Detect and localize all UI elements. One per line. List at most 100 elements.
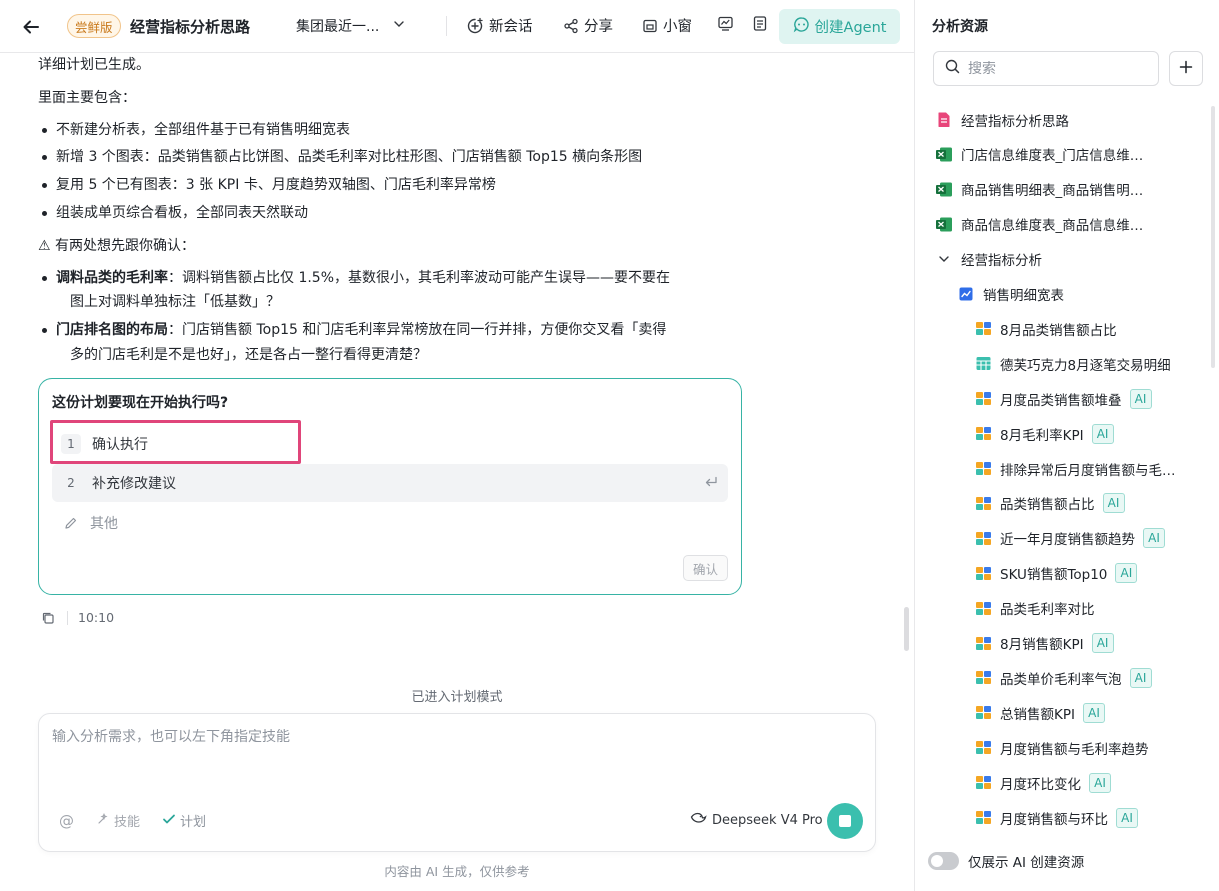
option-add-suggestion[interactable]: 2 补充修改建议 (52, 464, 728, 502)
sidebar-item-label: 门店信息维度表_门店信息维度表 (961, 148, 1147, 165)
list-item: 组装成单页综合看板，全部同表天然联动 (42, 205, 308, 221)
sidebar-item[interactable]: 门店信息维度表_门店信息维度表 (935, 137, 1147, 172)
document-icon (752, 15, 768, 32)
chart-icon (974, 460, 992, 478)
chart-icon (974, 425, 992, 443)
chevron-down-icon[interactable] (935, 250, 953, 268)
dataset-icon (957, 285, 975, 303)
plan-confirm-card: 这份计划要现在开始执行吗? 1 确认执行 2 补充修改建议 其他 确认 (38, 378, 742, 595)
chart-icon (974, 774, 992, 792)
model-selector[interactable]: Deepseek V4 Pro (690, 811, 823, 829)
sidebar-item-label: 8月销售额KPI (1000, 637, 1084, 653)
confirm-intro: ⚠ 有两处想先跟你确认： (38, 238, 196, 254)
sidebar-item[interactable]: 品类毛利率对比 (974, 591, 1095, 626)
trial-badge: 尝鲜版 (67, 14, 121, 38)
ai-only-toggle[interactable] (928, 852, 959, 870)
sidebar-item-label: 品类单价毛利率气泡 (1000, 671, 1122, 688)
small-window-button[interactable]: 小窗 (642, 15, 692, 36)
back-arrow-icon[interactable] (18, 14, 44, 40)
ai-badge: AI (1115, 563, 1138, 584)
plan-question: 这份计划要现在开始执行吗? (52, 395, 229, 411)
sidebar-item[interactable]: 月度销售额与毛利率趋势 (974, 730, 1149, 765)
create-agent-button[interactable]: 创建Agent (779, 9, 900, 44)
sidebar-item[interactable]: 品类销售额占比 AI (974, 486, 1125, 521)
model-name: Deepseek V4 Pro (712, 812, 823, 828)
question-text: ：调料销售额占比仅 1.5%，基数很小，其毛利率波动可能产生误导——要不要在 (168, 270, 671, 286)
sidebar-item[interactable]: 德芙巧克力8月逐笔交易明细 (974, 346, 1171, 381)
mention-button[interactable]: @ (59, 812, 74, 830)
ai-badge: AI (1091, 423, 1114, 444)
sidebar-item-label: 销售明细宽表 (983, 288, 1064, 304)
ai-badge: AI (1082, 702, 1105, 723)
plan-label: 计划 (180, 815, 207, 830)
ai-badge: AI (1089, 772, 1111, 793)
sidebar-item[interactable]: 经营指标分析 (935, 242, 1042, 277)
sidebar-item-label: 8月毛利率KPI (1000, 427, 1084, 444)
option-number: 1 (61, 434, 81, 454)
small-window-label: 小窗 (663, 19, 692, 35)
sidebar-item[interactable]: 近一年月度销售额趋势 AI (974, 521, 1165, 556)
dashboard-button[interactable] (717, 15, 734, 32)
doc-icon (935, 111, 953, 129)
ai-only-filter: 仅展示 AI 创建资源 (928, 851, 1084, 871)
sidebar-item[interactable]: 月度销售额与环比 AI (974, 800, 1138, 835)
question-text-cont: 图上对调料单独标注「低基数」？ (70, 294, 280, 310)
sidebar-item[interactable]: 排除异常后月度销售额与毛利率 (974, 451, 1186, 486)
ai-badge: AI (1116, 807, 1138, 828)
chat-scrollbar[interactable] (904, 607, 909, 651)
option-other[interactable]: 其他 (52, 504, 728, 542)
sidebar-item[interactable]: 经营指标分析思路 (935, 102, 1069, 137)
sidebar-item-label: 德芙巧克力8月逐笔交易明细 (1000, 357, 1171, 374)
copy-icon[interactable] (41, 611, 55, 625)
excel-icon (935, 180, 953, 198)
sidebar-item[interactable]: 8月毛利率KPI AI (974, 416, 1114, 451)
new-chat-button[interactable]: 新会话 (466, 15, 533, 36)
sidebar-item[interactable]: SKU销售额Top10 AI (974, 556, 1138, 591)
message-time: 10:10 (78, 610, 115, 625)
sidebar-item[interactable]: 商品信息维度表_商品信息维度表 (935, 207, 1147, 242)
sidebar-item[interactable]: 月度环比变化 AI (974, 765, 1111, 800)
stop-button[interactable] (827, 803, 863, 839)
ai-only-label: 仅展示 AI 创建资源 (968, 855, 1085, 871)
dashboard-icon (717, 15, 734, 32)
chart-icon (974, 599, 992, 617)
create-agent-label: 创建Agent (814, 20, 887, 36)
document-button[interactable] (752, 15, 768, 32)
sidebar-item-label: 月度品类销售额堆叠 (1000, 392, 1122, 409)
sidebar-item[interactable]: 销售明细宽表 (957, 277, 1064, 312)
excel-icon (935, 215, 953, 233)
small-window-icon (642, 18, 658, 34)
chart-icon (974, 390, 992, 408)
share-button[interactable]: 分享 (563, 15, 613, 36)
add-resource-button[interactable] (1169, 51, 1203, 86)
sidebar-title: 分析资源 (932, 19, 988, 35)
excel-icon (935, 145, 953, 163)
sidebar-item[interactable]: 总销售额KPI AI (974, 695, 1105, 730)
sidebar-item[interactable]: 商品销售明细表_商品销售明细表 (935, 172, 1147, 207)
list-item: 复用 5 个已有图表：3 张 KPI 卡、月度趋势双轴图、门店毛利率异常榜 (42, 177, 496, 193)
chat-input[interactable] (52, 729, 852, 745)
deepseek-whale-icon (690, 811, 707, 829)
sidebar-item[interactable]: 8月品类销售额占比 (974, 311, 1117, 346)
sidebar-search[interactable] (933, 51, 1159, 86)
sidebar-item-label: 8月品类销售额占比 (1000, 322, 1117, 339)
sidebar-item[interactable]: 品类单价毛利率气泡 AI (974, 660, 1152, 695)
search-input[interactable] (968, 60, 1148, 77)
sidebar-item-label: 近一年月度销售额趋势 (1000, 532, 1135, 549)
sidebar-item[interactable]: 月度品类销售额堆叠 AI (974, 381, 1152, 416)
dataset-select[interactable]: 集团最近一... (296, 16, 405, 36)
toolbar-divider (446, 16, 447, 36)
sidebar-item-label: 月度环比变化 (1000, 776, 1081, 793)
sidebar-scrollbar[interactable] (1211, 106, 1215, 368)
plan-toggle-button[interactable]: 计划 (162, 811, 206, 830)
skill-button[interactable]: 技能 (96, 811, 140, 830)
search-icon (945, 59, 960, 78)
meta-divider (67, 610, 68, 625)
confirm-button[interactable]: 确认 (683, 555, 728, 581)
question-title: 门店排名图的布局 (56, 322, 168, 338)
pencil-icon (64, 516, 78, 530)
sidebar-item[interactable]: 8月销售额KPI AI (974, 626, 1114, 661)
sidebar-item-label: 月度销售额与环比 (1000, 811, 1108, 828)
option-confirm-execute[interactable]: 1 确认执行 (52, 425, 728, 463)
question-item: 调料品类的毛利率：调料销售额占比仅 1.5%，基数很小，其毛利率波动可能产生误导… (41, 268, 671, 288)
